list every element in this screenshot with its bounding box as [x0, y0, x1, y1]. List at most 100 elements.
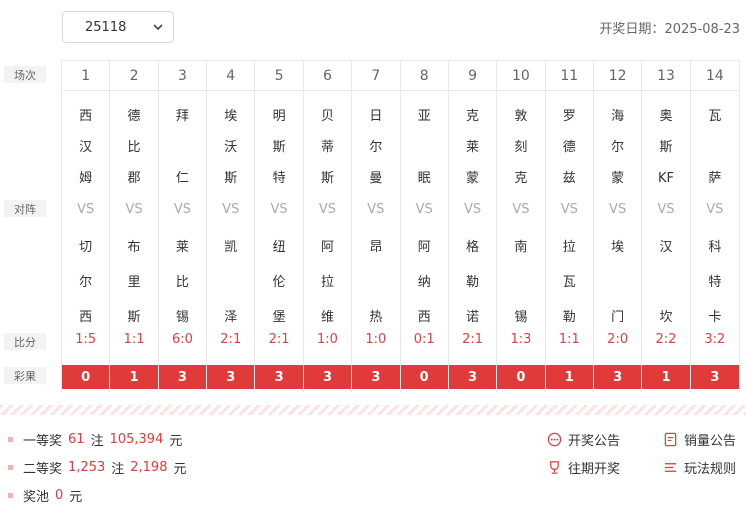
match-column: 9 克莱蒙格勒诺 VS 2:1 3 [448, 61, 498, 392]
away-team: 布里斯 [110, 234, 157, 332]
match-column: 11 罗德兹拉瓦勒 VS 1:1 1 [545, 61, 594, 392]
home-team-char: 拜 [175, 109, 189, 124]
home-team-char: 蒙 [611, 171, 625, 186]
match-number: 2 [110, 61, 158, 91]
away-team-char: 西 [79, 310, 93, 325]
home-team-char: 萨 [708, 171, 722, 186]
vs-label: VS [77, 202, 95, 217]
home-team: 亚眠 [401, 103, 448, 193]
away-team-char: 汉 [659, 240, 673, 255]
draw-date-value: 2025-08-23 [664, 22, 740, 37]
match-result: 0 [497, 365, 545, 389]
away-team-char: 阿 [320, 240, 334, 255]
match-result: 1 [110, 365, 158, 389]
prize-first-amount: 105,394 [109, 432, 164, 447]
vs-label: VS [222, 202, 240, 217]
bullet-icon [8, 465, 13, 470]
home-team-char: 仁 [175, 171, 189, 186]
match-column: 1 西汉姆切尔西 VS 1:5 0 [62, 61, 111, 392]
away-team: 切尔西 [62, 234, 109, 332]
home-team-char: 尔 [369, 140, 383, 155]
home-team: 西汉姆 [62, 103, 109, 193]
away-team: 阿纳西 [401, 234, 448, 332]
prize-second-amount: 2,198 [130, 460, 168, 475]
away-team-char: 斯 [127, 310, 141, 325]
match-score: 1:0 [365, 332, 387, 347]
away-team: 阿拉维 [304, 234, 351, 332]
home-team: 贝蒂斯 [304, 103, 351, 193]
away-team-char: 凯 [224, 240, 238, 255]
home-team: 克莱蒙 [449, 103, 496, 193]
home-team-char: 埃 [224, 109, 238, 124]
match-result: 1 [642, 365, 690, 389]
prize-first-currency: 元 [169, 434, 183, 449]
rules-link[interactable]: 玩法规则 [663, 458, 736, 477]
match-number: 5 [255, 61, 303, 91]
match-column: 7 日尔曼昂热 VS 1:0 3 [352, 61, 401, 392]
announcement-link[interactable]: 开奖公告 [547, 430, 620, 449]
issue-select-value: 25118 [85, 19, 127, 35]
rules-label: 玩法规则 [684, 462, 737, 477]
match-result: 3 [448, 365, 497, 389]
home-team-char: 眠 [417, 171, 431, 186]
home-team-char: 敦 [514, 109, 528, 124]
prize-second-count: 1,253 [68, 460, 106, 475]
home-team-char: 克 [514, 171, 528, 186]
away-team-char: 瓦 [562, 275, 576, 290]
home-team-char: 斯 [224, 171, 238, 186]
row-label-teams: 对阵 [4, 200, 46, 217]
home-team: 瓦萨 [691, 103, 739, 193]
home-team-char: 日 [369, 109, 383, 124]
prize-second: 二等奖 1,253 注 2,198 元 [8, 458, 186, 477]
match-column: 2 德比郡布里斯 VS 1:1 1 [110, 61, 159, 392]
home-team-char: 汉 [79, 140, 93, 155]
home-team-char: 西 [79, 109, 93, 124]
away-team-char: 热 [369, 310, 383, 325]
vs-label: VS [463, 202, 482, 217]
vs-label: VS [609, 202, 627, 217]
match-score: 1:0 [317, 332, 338, 347]
announcement-label: 开奖公告 [568, 434, 621, 449]
issue-select[interactable]: 25118 [62, 11, 174, 43]
away-team-char: 堡 [272, 310, 286, 325]
away-team-char: 南 [514, 240, 528, 255]
sales-link[interactable]: 销量公告 [663, 430, 736, 449]
prize-first-count: 61 [68, 432, 85, 447]
vs-label: VS [657, 202, 675, 217]
away-team-char: 里 [127, 275, 141, 290]
match-result: 3 [255, 365, 303, 389]
match-result: 3 [303, 365, 352, 389]
home-team: 敦刻克 [497, 103, 544, 193]
away-team-char: 特 [708, 275, 722, 290]
vs-label: VS [512, 202, 530, 217]
chevron-down-icon [153, 24, 163, 31]
match-result: 3 [352, 365, 400, 389]
row-label-result: 彩果 [4, 367, 46, 384]
away-team-char: 科 [708, 240, 722, 255]
home-team-char: 沃 [224, 140, 238, 155]
home-team-char: 德 [127, 109, 141, 124]
home-team-char: 德 [562, 140, 576, 155]
chat-dots-icon [547, 432, 562, 447]
home-team-char: 尔 [611, 140, 625, 155]
match-score: 1:1 [558, 332, 580, 347]
away-team-char: 昂 [369, 240, 383, 255]
match-number: 13 [642, 61, 690, 91]
home-team-char: 蒂 [320, 140, 334, 155]
away-team-char: 纽 [272, 240, 286, 255]
match-score: 1:1 [123, 332, 145, 347]
bullet-icon [8, 437, 13, 442]
match-result: 3 [158, 365, 207, 389]
history-link[interactable]: 往期开奖 [547, 458, 620, 477]
away-team-char: 勒 [466, 275, 480, 290]
home-team-char: 瓦 [708, 109, 722, 124]
divider-stripe [0, 405, 746, 415]
match-result: 3 [593, 365, 642, 389]
home-team: 海尔蒙 [594, 103, 641, 193]
list-icon [664, 463, 677, 472]
match-column: 14 瓦萨科特卡 VS 3:2 3 [690, 61, 740, 392]
away-team-char: 泽 [224, 310, 238, 325]
away-team-char: 勒 [562, 310, 576, 325]
home-team-char: 贝 [320, 109, 334, 124]
away-team-char: 锡 [175, 310, 189, 325]
